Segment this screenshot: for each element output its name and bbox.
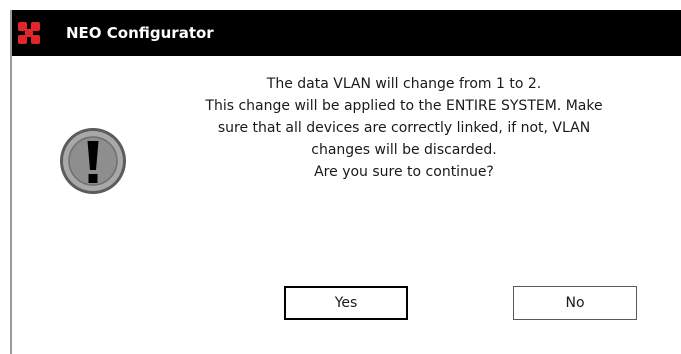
red-cross-logo-icon [18,22,40,44]
yes-button[interactable]: Yes [284,286,408,320]
confirmation-message: The data VLAN will change from 1 to 2. T… [154,73,654,183]
message-line: sure that all devices are correctly link… [217,120,591,136]
message-line: changes will be discarded. [311,142,497,158]
title-bar[interactable]: NEO Configurator [12,10,681,56]
dialog-window: NEO Configurator The data VLAN will chan… [10,10,681,354]
message-line: This change will be applied to the ENTIR… [205,98,603,114]
no-button[interactable]: No [513,286,637,320]
exclamation-warning-icon [60,128,126,194]
window-title: NEO Configurator [66,24,214,42]
message-line: Are you sure to continue? [314,164,494,180]
message-line: The data VLAN will change from 1 to 2. [266,76,542,92]
